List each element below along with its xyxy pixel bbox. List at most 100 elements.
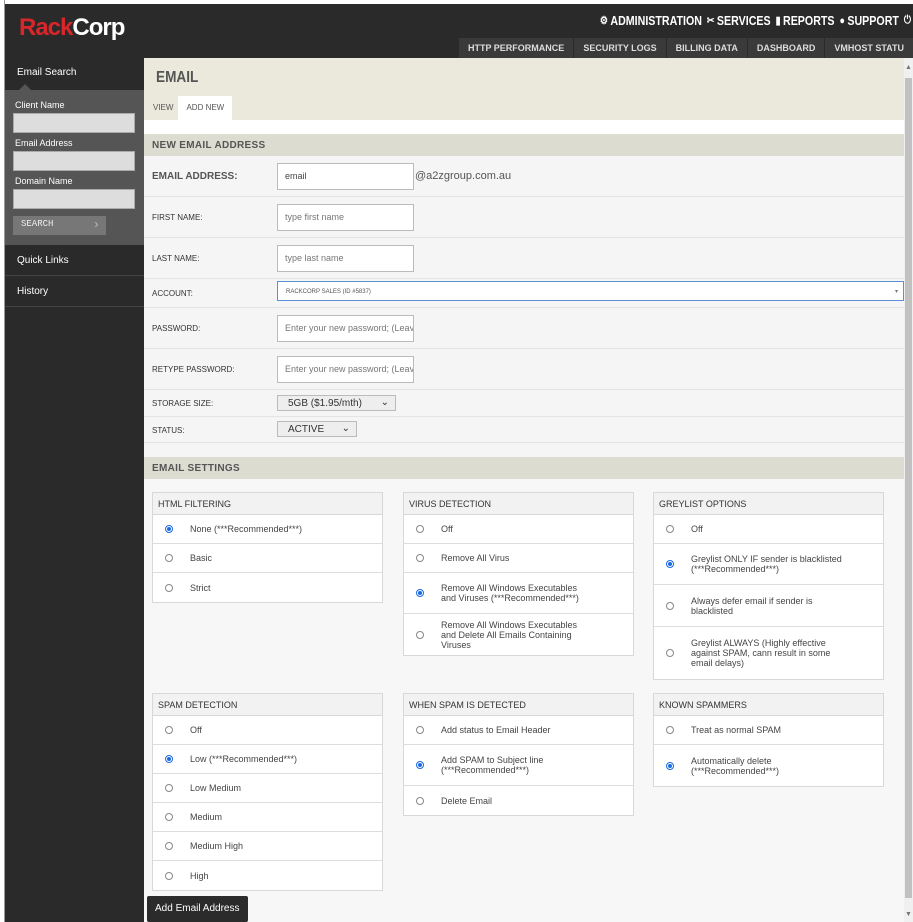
email-search-panel: Client Name Email Address Domain Name SE… [5,90,144,245]
tools-icon: ✂ [706,15,715,27]
option-label: Add SPAM to Subject line (***Recommended… [441,755,544,775]
radio-button[interactable] [165,554,173,562]
radio-button[interactable] [165,583,173,592]
scrollbar-thumb[interactable] [905,78,912,898]
radio-button[interactable] [416,554,424,562]
radio-button[interactable] [666,649,674,657]
first-name-input[interactable]: type first name [277,204,414,231]
tab-view[interactable]: VIEW [148,96,178,120]
first-name-label: FIRST NAME: [152,213,203,222]
main-nav-item-reports[interactable]: ▮ REPORTS [775,13,834,28]
sub-nav-item-dashboard[interactable]: DASHBOARD [746,38,825,58]
greylist-options-option[interactable]: Greylist ONLY IF sender is blacklisted (… [654,544,883,585]
email-address-input[interactable] [13,151,135,171]
spam-detection-option[interactable]: Medium [153,803,382,832]
history-link[interactable]: History [5,276,144,307]
html-filtering-option[interactable]: Strict [153,573,382,602]
spam-detection-option[interactable]: Low Medium [153,774,382,803]
virus-detection-option[interactable]: Off [404,515,633,544]
option-label: Low (***Recommended***) [190,754,298,764]
storage-size-select[interactable]: 5GB ($1.95/mth) ⌄ [277,395,396,411]
html-filtering-option[interactable]: None (***Recommended***) [153,515,382,544]
option-label: Always defer email if sender is blacklis… [691,595,813,616]
radio-button[interactable] [165,842,173,850]
radio-button[interactable] [416,796,424,805]
retype-password-input[interactable]: Enter your new password; (Leave [277,356,414,383]
add-email-address-button[interactable]: Add Email Address [147,896,248,922]
option-label: Basic [190,553,213,563]
radio-button[interactable] [165,525,173,533]
account-select[interactable]: RACKCORP SALES (ID #5837) ▾ [277,281,904,301]
quick-links-link[interactable]: Quick Links [5,245,144,276]
radio-button[interactable] [416,589,424,597]
bar-chart-icon: ▮ [775,15,781,27]
virus-detection-option[interactable]: Remove All Windows Executables and Virus… [404,573,633,614]
retype-password-label: RETYPE PASSWORD: [152,365,235,374]
domain-name-input[interactable] [13,189,135,209]
spam-detection-option[interactable]: Low (***Recommended***) [153,745,382,774]
sub-nav-item-security-logs[interactable]: SECURITY LOGS [573,38,666,58]
email-domain-suffix: @a2zgroup.com.au [415,170,512,182]
scrollbar[interactable]: ▲ ▼ [904,58,913,922]
option-label: Treat as normal SPAM [691,725,782,735]
when-spam-is-detected-option[interactable]: Add status to Email Header [404,716,633,745]
radio-button[interactable] [666,560,674,568]
html-filtering-option[interactable]: Basic [153,544,382,573]
email-local-part-input[interactable]: email [277,163,414,190]
spam-detection-option[interactable]: Medium High [153,832,382,861]
first-name-row: FIRST NAME: type first name [144,197,904,238]
sub-nav-item-vmhost-statu[interactable]: VMHOST STATU [824,38,913,58]
tab-add-new[interactable]: ADD NEW [178,96,233,120]
search-button[interactable]: SEARCH › [13,216,106,235]
sub-nav: HTTP PERFORMANCE SECURITY LOGS BILLING DAT… [457,38,913,58]
main-nav: ⚙ ADMINISTRATION ✂ SERVICES ▮ REPORTS ● SUPPORT… [599,13,913,28]
radio-button[interactable] [416,726,424,734]
main-nav-item-power[interactable]: ⏻ [903,14,913,27]
last-name-input[interactable]: type last name [277,245,414,272]
status-select[interactable]: ACTIVE ⌄ [277,421,357,437]
radio-button[interactable] [666,525,674,533]
radio-button[interactable] [416,761,424,769]
password-input[interactable]: Enter your new password; (Leave [277,315,414,342]
radio-button[interactable] [666,601,674,610]
radio-button[interactable] [165,726,173,734]
main-nav-label: SUPPORT [846,13,899,28]
known-spammers-option[interactable]: Automatically delete (***Recommended***) [654,745,883,786]
sub-nav-item-http-performance[interactable]: HTTP PERFORMANCE [457,38,574,58]
radio-button[interactable] [165,784,173,792]
radio-button[interactable] [666,726,674,734]
spam-detection-option[interactable]: High [153,861,382,890]
radio-button[interactable] [666,761,674,770]
scroll-up-icon[interactable]: ▲ [904,64,913,71]
radio-button[interactable] [165,813,173,821]
main-nav-item-services[interactable]: ✂ SERVICES [706,13,770,28]
virus-detection-option[interactable]: Remove All Virus [404,544,633,573]
radio-button[interactable] [165,755,173,763]
option-label: Off [441,524,453,534]
storage-size-label: STORAGE SIZE: [152,399,214,408]
radio-button[interactable] [165,871,173,880]
spam-detection-option[interactable]: Off [153,716,382,745]
main-nav-item-support[interactable]: ● SUPPORT [839,13,898,28]
spam-detection-title: SPAM DETECTION [153,694,382,716]
scroll-down-icon[interactable]: ▼ [904,911,913,918]
html-filtering-group: HTML FILTERING None (***Recommended***) Ba… [152,492,383,603]
known-spammers-option[interactable]: Treat as normal SPAM [654,716,883,745]
greylist-options-option[interactable]: Greylist ALWAYS (Highly effective agains… [654,627,883,679]
greylist-options-option[interactable]: Always defer email if sender is blacklis… [654,585,883,627]
new-email-section-title: NEW EMAIL ADDRESS [144,134,904,156]
when-spam-is-detected-option[interactable]: Delete Email [404,786,633,815]
radio-button[interactable] [416,525,424,533]
main-nav-item-administration[interactable]: ⚙ ADMINISTRATION [599,13,701,28]
greylist-options-option[interactable]: Off [654,515,883,544]
storage-size-row: STORAGE SIZE: 5GB ($1.95/mth) ⌄ [144,390,904,417]
email-search-header[interactable]: Email Search [5,58,144,90]
rackcorp-logo[interactable]: RackCorp [19,14,125,42]
sub-nav-item-billing-data[interactable]: BILLING DATA [665,38,747,58]
virus-detection-option[interactable]: Remove All Windows Executables and Delet… [404,614,633,655]
option-label: Remove All Windows Executables and Delet… [441,619,578,650]
client-name-input[interactable] [13,113,135,133]
when-spam-is-detected-option[interactable]: Add SPAM to Subject line (***Recommended… [404,745,633,786]
radio-button[interactable] [416,630,424,639]
option-label: Remove All Virus [441,553,510,563]
